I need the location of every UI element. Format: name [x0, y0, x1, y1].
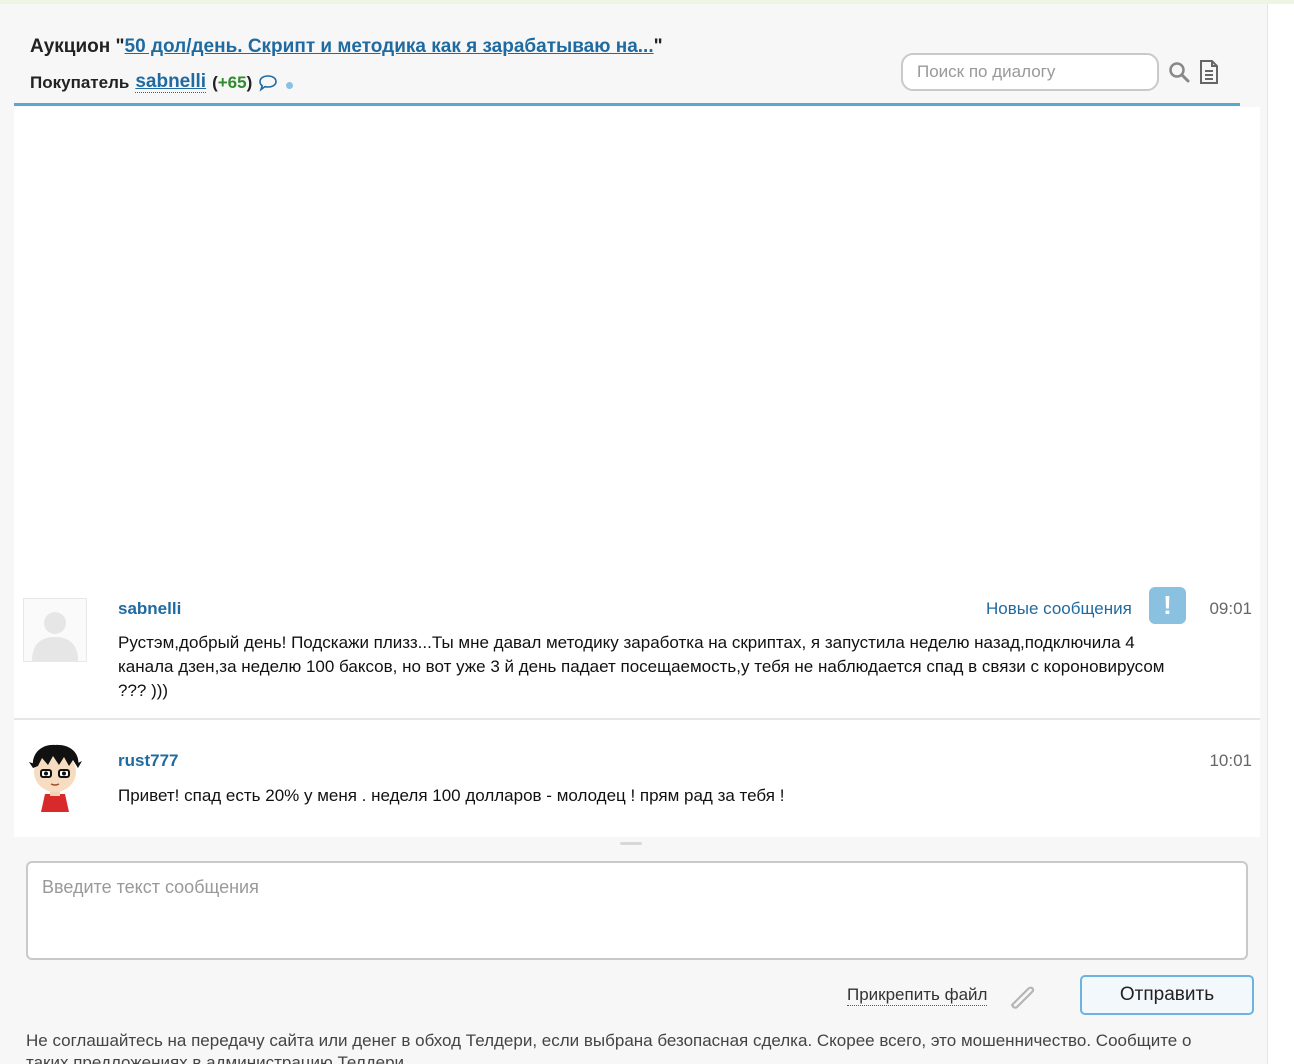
- message-author[interactable]: rust777: [118, 751, 178, 771]
- message-input[interactable]: [26, 861, 1248, 960]
- document-icon[interactable]: [1198, 59, 1220, 85]
- message-item: rust777 10:01 Привет! спад есть 20% у ме…: [14, 720, 1260, 837]
- scrollbar[interactable]: [1267, 4, 1294, 1064]
- send-button[interactable]: Отправить: [1080, 975, 1254, 1015]
- auction-suffix: ": [653, 36, 663, 57]
- message-text: Рустэм,добрый день! Подскажи плизз...Ты …: [118, 633, 1165, 700]
- online-status-dot: [286, 82, 294, 89]
- message-text: Привет! спад есть 20% у меня . неделя 10…: [118, 786, 785, 805]
- dialog-search-input[interactable]: [901, 53, 1159, 91]
- attach-file-link[interactable]: Прикрепить файл: [847, 985, 988, 1006]
- auction-title: Аукцион "50 дол/день. Скрипт и методика …: [30, 36, 663, 58]
- exclamation-icon: !: [1149, 587, 1186, 624]
- avatar[interactable]: [23, 738, 87, 814]
- buyer-rating: (+65): [212, 72, 253, 92]
- message-item: sabnelli Новые сообщения ! 09:01 Рустэм,…: [14, 587, 1260, 720]
- buyer-label: Покупатель: [30, 72, 130, 92]
- message-list[interactable]: sabnelli Новые сообщения ! 09:01 Рустэм,…: [14, 107, 1260, 837]
- new-messages-label: Новые сообщения: [986, 599, 1132, 618]
- avatar[interactable]: [23, 598, 87, 662]
- message-author[interactable]: sabnelli: [118, 599, 181, 619]
- auction-prefix: Аукцион ": [30, 36, 125, 57]
- resize-handle[interactable]: [620, 842, 642, 845]
- auction-link[interactable]: 50 дол/день. Скрипт и методика как я зар…: [125, 36, 654, 57]
- search-icon[interactable]: [1168, 61, 1190, 83]
- buyer-name-link[interactable]: sabnelli: [135, 72, 207, 93]
- buyer-line: Покупатель sabnelli (+65): [30, 72, 294, 93]
- rating-value: +65: [217, 72, 247, 92]
- message-time: 10:01: [1209, 751, 1252, 770]
- paperclip-icon[interactable]: [1004, 981, 1038, 1011]
- chat-icon[interactable]: [258, 74, 278, 92]
- warning-notice: Не соглашайтесь на передачу сайта или де…: [26, 1031, 1192, 1064]
- message-time: 09:01: [1209, 599, 1252, 618]
